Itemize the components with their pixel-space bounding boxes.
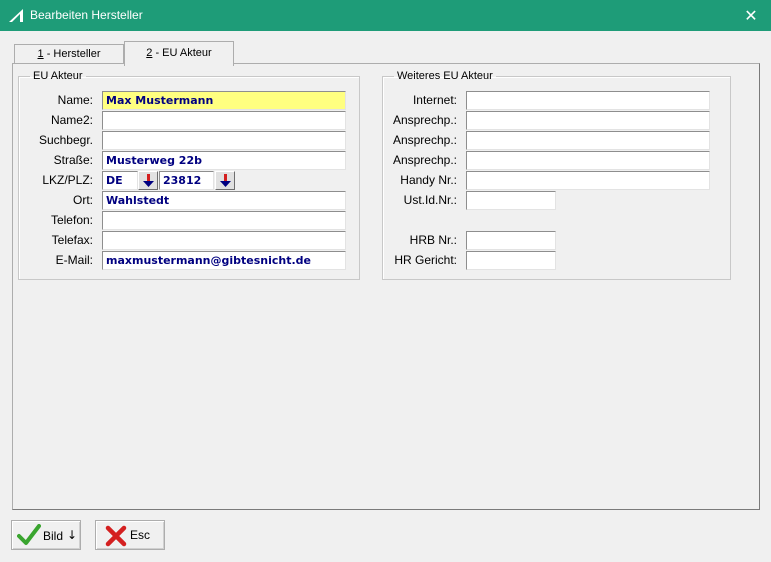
name-field[interactable]: Max Mustermann xyxy=(102,91,346,110)
arrow-down-icon xyxy=(220,174,231,187)
label-name: Name: xyxy=(57,93,93,107)
esc-button[interactable]: Esc xyxy=(95,520,165,550)
label-suchbegr: Suchbegr. xyxy=(38,133,93,147)
label-telefax: Telefax: xyxy=(51,233,93,247)
ustid-field[interactable] xyxy=(466,191,556,210)
label-handy: Handy Nr.: xyxy=(400,173,457,187)
red-x-icon xyxy=(105,525,127,547)
hrb-field[interactable] xyxy=(466,231,556,250)
bild-button-label: Bild xyxy=(43,529,64,543)
lkz-field[interactable]: DE xyxy=(102,171,138,190)
handy-field[interactable] xyxy=(466,171,710,190)
telefax-field[interactable] xyxy=(102,231,346,250)
tab-eu-akteur[interactable]: 2 - EU Akteur xyxy=(124,41,234,66)
label-hrgericht: HR Gericht: xyxy=(394,253,457,267)
arrow-down-icon xyxy=(143,174,154,187)
app-icon xyxy=(9,9,23,22)
title-bar: Bearbeiten Hersteller ✕ xyxy=(0,0,771,31)
ansprech2-field[interactable] xyxy=(466,131,710,150)
ansprech3-field[interactable] xyxy=(466,151,710,170)
label-name2: Name2: xyxy=(50,113,93,127)
tab-hersteller-label: - Hersteller xyxy=(43,48,101,60)
label-ustid: Ust.Id.Nr.: xyxy=(403,193,457,207)
strasse-field[interactable]: Musterweg 22b xyxy=(102,151,346,170)
bild-button-arrow: ↓ xyxy=(67,528,78,542)
checkmark-icon xyxy=(17,524,41,545)
label-telefon: Telefon: xyxy=(50,213,93,227)
label-ort: Ort: xyxy=(73,193,93,207)
email-field[interactable]: maxmustermann@gibtesnicht.de xyxy=(102,251,346,270)
label-internet: Internet: xyxy=(412,93,457,107)
close-icon[interactable]: ✕ xyxy=(731,0,771,31)
ansprech1-field[interactable] xyxy=(466,111,710,130)
esc-button-label: Esc xyxy=(130,528,151,542)
tab-eu-akteur-label: - EU Akteur xyxy=(152,47,212,59)
suchbegr-field[interactable] xyxy=(102,131,346,150)
name2-field[interactable] xyxy=(102,111,346,130)
label-ansprech2: Ansprechp.: xyxy=(392,133,457,147)
lkz-dropdown-button[interactable] xyxy=(138,171,158,190)
label-lkz-plz: LKZ/PLZ: xyxy=(42,173,93,187)
label-strasse: Straße: xyxy=(53,153,93,167)
label-ansprech1: Ansprechp.: xyxy=(392,113,457,127)
telefon-field[interactable] xyxy=(102,211,346,230)
label-email: E-Mail: xyxy=(55,253,93,267)
ort-field[interactable]: Wahlstedt xyxy=(102,191,346,210)
plz-field[interactable]: 23812 xyxy=(159,171,214,190)
group-eu-akteur-legend: EU Akteur xyxy=(33,70,83,82)
internet-field[interactable] xyxy=(466,91,710,110)
plz-dropdown-button[interactable] xyxy=(215,171,235,190)
label-ansprech3: Ansprechp.: xyxy=(392,153,457,167)
label-hrb: HRB Nr.: xyxy=(409,233,457,247)
hrgericht-field[interactable] xyxy=(466,251,556,270)
bild-button[interactable]: Bild ↓ xyxy=(11,520,81,550)
group-weiteres-legend: Weiteres EU Akteur xyxy=(397,70,493,82)
window-title: Bearbeiten Hersteller xyxy=(30,8,143,22)
